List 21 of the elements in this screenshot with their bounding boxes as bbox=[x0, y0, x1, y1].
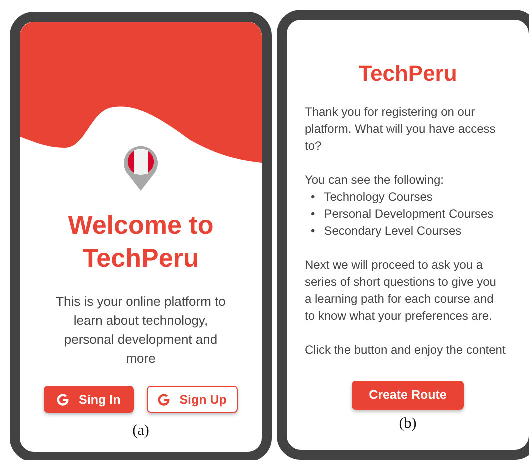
create-route-button[interactable]: Create Route bbox=[352, 380, 464, 410]
intro-text: Thank you for registering on our platform. What will you have access to? bbox=[305, 104, 497, 154]
sign-up-button[interactable]: Sign Up bbox=[146, 386, 238, 413]
bullet: • bbox=[311, 188, 316, 206]
course-list-item: Secondary Level Courses bbox=[324, 222, 462, 240]
g-icon bbox=[57, 394, 70, 406]
bullet: • bbox=[311, 206, 316, 222]
closing-text: Click the button and enjoy the content bbox=[305, 342, 505, 358]
bullet: • bbox=[311, 222, 316, 240]
app-title: TechPeru bbox=[358, 60, 458, 88]
next-steps-text: Next we will proceed to ask you a series of short questions to give you a learning path for each course and to know what your preferences are. bbox=[305, 256, 498, 324]
description-text: This is your online platform to learn about technology, personal development and more bbox=[55, 293, 227, 368]
g-icon bbox=[158, 394, 170, 406]
list-heading: You can see the following: bbox=[305, 172, 445, 188]
figure-caption: (a) bbox=[132, 423, 150, 440]
welcome-title: Welcome to TechPeru bbox=[68, 209, 214, 274]
sign-in-button[interactable]: Sing In bbox=[44, 386, 134, 413]
flag-pin-icon bbox=[123, 145, 159, 191]
course-list-item: Personal Development Courses bbox=[324, 206, 494, 222]
course-list-item: Technology Courses bbox=[324, 188, 433, 206]
figure-caption: (b) bbox=[399, 416, 417, 432]
